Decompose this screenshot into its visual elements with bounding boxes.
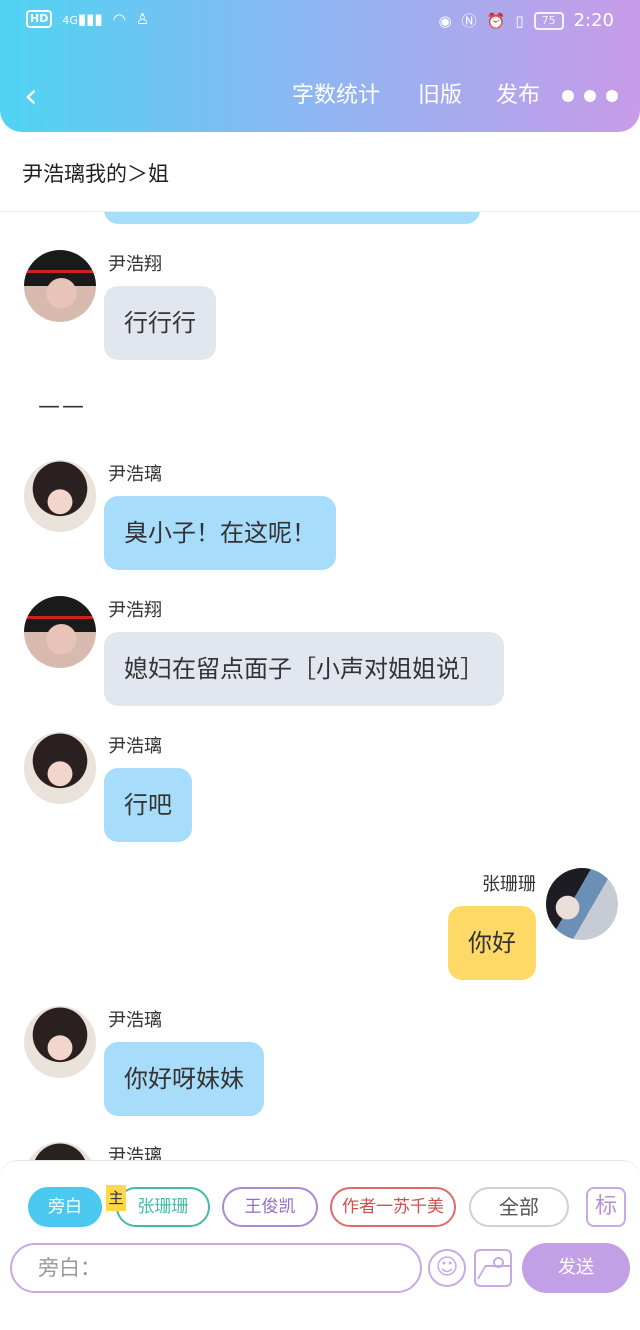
eye-icon: ◉ xyxy=(438,11,452,30)
message-bubble[interactable]: 行行行 xyxy=(104,286,216,360)
image-icon[interactable] xyxy=(474,1249,512,1287)
avatar[interactable] xyxy=(24,250,96,322)
word-count-button[interactable]: 字数统计 xyxy=(292,80,380,112)
message-input-wrapper xyxy=(10,1243,422,1293)
message-bubble[interactable]: 你好呀妹妹 xyxy=(104,1042,264,1116)
narration-text[interactable]: —— xyxy=(38,394,86,419)
partial-bubble[interactable] xyxy=(104,212,480,224)
signal-icon: 4G▮▮▮ xyxy=(62,10,103,28)
message-bubble[interactable]: 你好 xyxy=(448,906,536,980)
old-version-button[interactable]: 旧版 xyxy=(418,80,462,112)
sender-name: 尹浩翔 xyxy=(108,600,162,621)
main-role-badge: 主 xyxy=(106,1185,126,1211)
emoji-icon[interactable]: ☺ xyxy=(428,1249,466,1287)
status-bar: HD 4G▮▮▮ ◠ ♙ ◉ Ⓝ ⏰ ▯ 75 2:20 xyxy=(26,10,614,40)
role-chip-wangjunkai[interactable]: 王俊凯 xyxy=(222,1187,318,1227)
role-chip-author[interactable]: 作者一苏千美 xyxy=(330,1187,456,1227)
header: HD 4G▮▮▮ ◠ ♙ ◉ Ⓝ ⏰ ▯ 75 2:20 ‹ 字数统计 旧版 发… xyxy=(0,0,640,132)
story-title[interactable]: 尹浩璃我的＞姐 xyxy=(22,158,169,188)
sender-name: 尹浩璃 xyxy=(108,1146,162,1162)
message-bubble[interactable]: 媳妇在留点面子［小声对姐姐说］ xyxy=(104,632,504,706)
role-chip-zhangshanshan[interactable]: 张珊珊 xyxy=(116,1187,210,1227)
avatar[interactable] xyxy=(24,460,96,532)
avatar[interactable] xyxy=(24,596,96,668)
avatar[interactable] xyxy=(24,732,96,804)
more-icon[interactable] xyxy=(562,82,618,102)
message-input[interactable] xyxy=(12,1245,420,1291)
role-chip-narrator[interactable]: 旁白 xyxy=(28,1187,102,1227)
qq-icon: ♙ xyxy=(135,10,150,28)
message-bubble[interactable]: 行吧 xyxy=(104,768,192,842)
sender-name: 张珊珊 xyxy=(482,874,536,895)
story-title-bar: 尹浩璃我的＞姐 xyxy=(0,132,640,212)
message-bubble[interactable]: 臭小子！在这呢！ xyxy=(104,496,336,570)
back-arrow-icon[interactable]: ‹ xyxy=(24,78,54,114)
sender-name: 尹浩璃 xyxy=(108,1010,162,1031)
chat-list[interactable]: 尹浩翔 行行行 —— 尹浩璃 臭小子！在这呢！ 尹浩翔 媳妇在留点面子［小声对姐… xyxy=(0,212,640,1162)
vibrate-icon: ▯ xyxy=(515,11,524,30)
avatar[interactable] xyxy=(546,868,618,940)
sender-name: 尹浩翔 xyxy=(108,254,162,275)
wifi-icon: ◠ xyxy=(112,10,126,28)
toolbar: ‹ 字数统计 旧版 发布 xyxy=(0,74,640,118)
composer-panel: 旁白 张珊珊 主 王俊凯 作者一苏千美 全部 标 ☺ 发送 xyxy=(0,1160,640,1330)
clock: 2:20 xyxy=(573,10,614,31)
avatar[interactable] xyxy=(24,1006,96,1078)
mark-button[interactable]: 标 xyxy=(586,1187,626,1227)
hd-icon: HD xyxy=(26,10,53,28)
send-button[interactable]: 发送 xyxy=(522,1243,630,1293)
nfc-icon: Ⓝ xyxy=(461,12,477,30)
all-roles-button[interactable]: 全部 xyxy=(469,1187,569,1227)
sender-name: 尹浩璃 xyxy=(108,464,162,485)
alarm-icon: ⏰ xyxy=(486,11,506,30)
battery-icon: 75 xyxy=(533,11,564,30)
publish-button[interactable]: 发布 xyxy=(496,80,540,112)
sender-name: 尹浩璃 xyxy=(108,736,162,757)
avatar[interactable] xyxy=(24,1142,96,1162)
